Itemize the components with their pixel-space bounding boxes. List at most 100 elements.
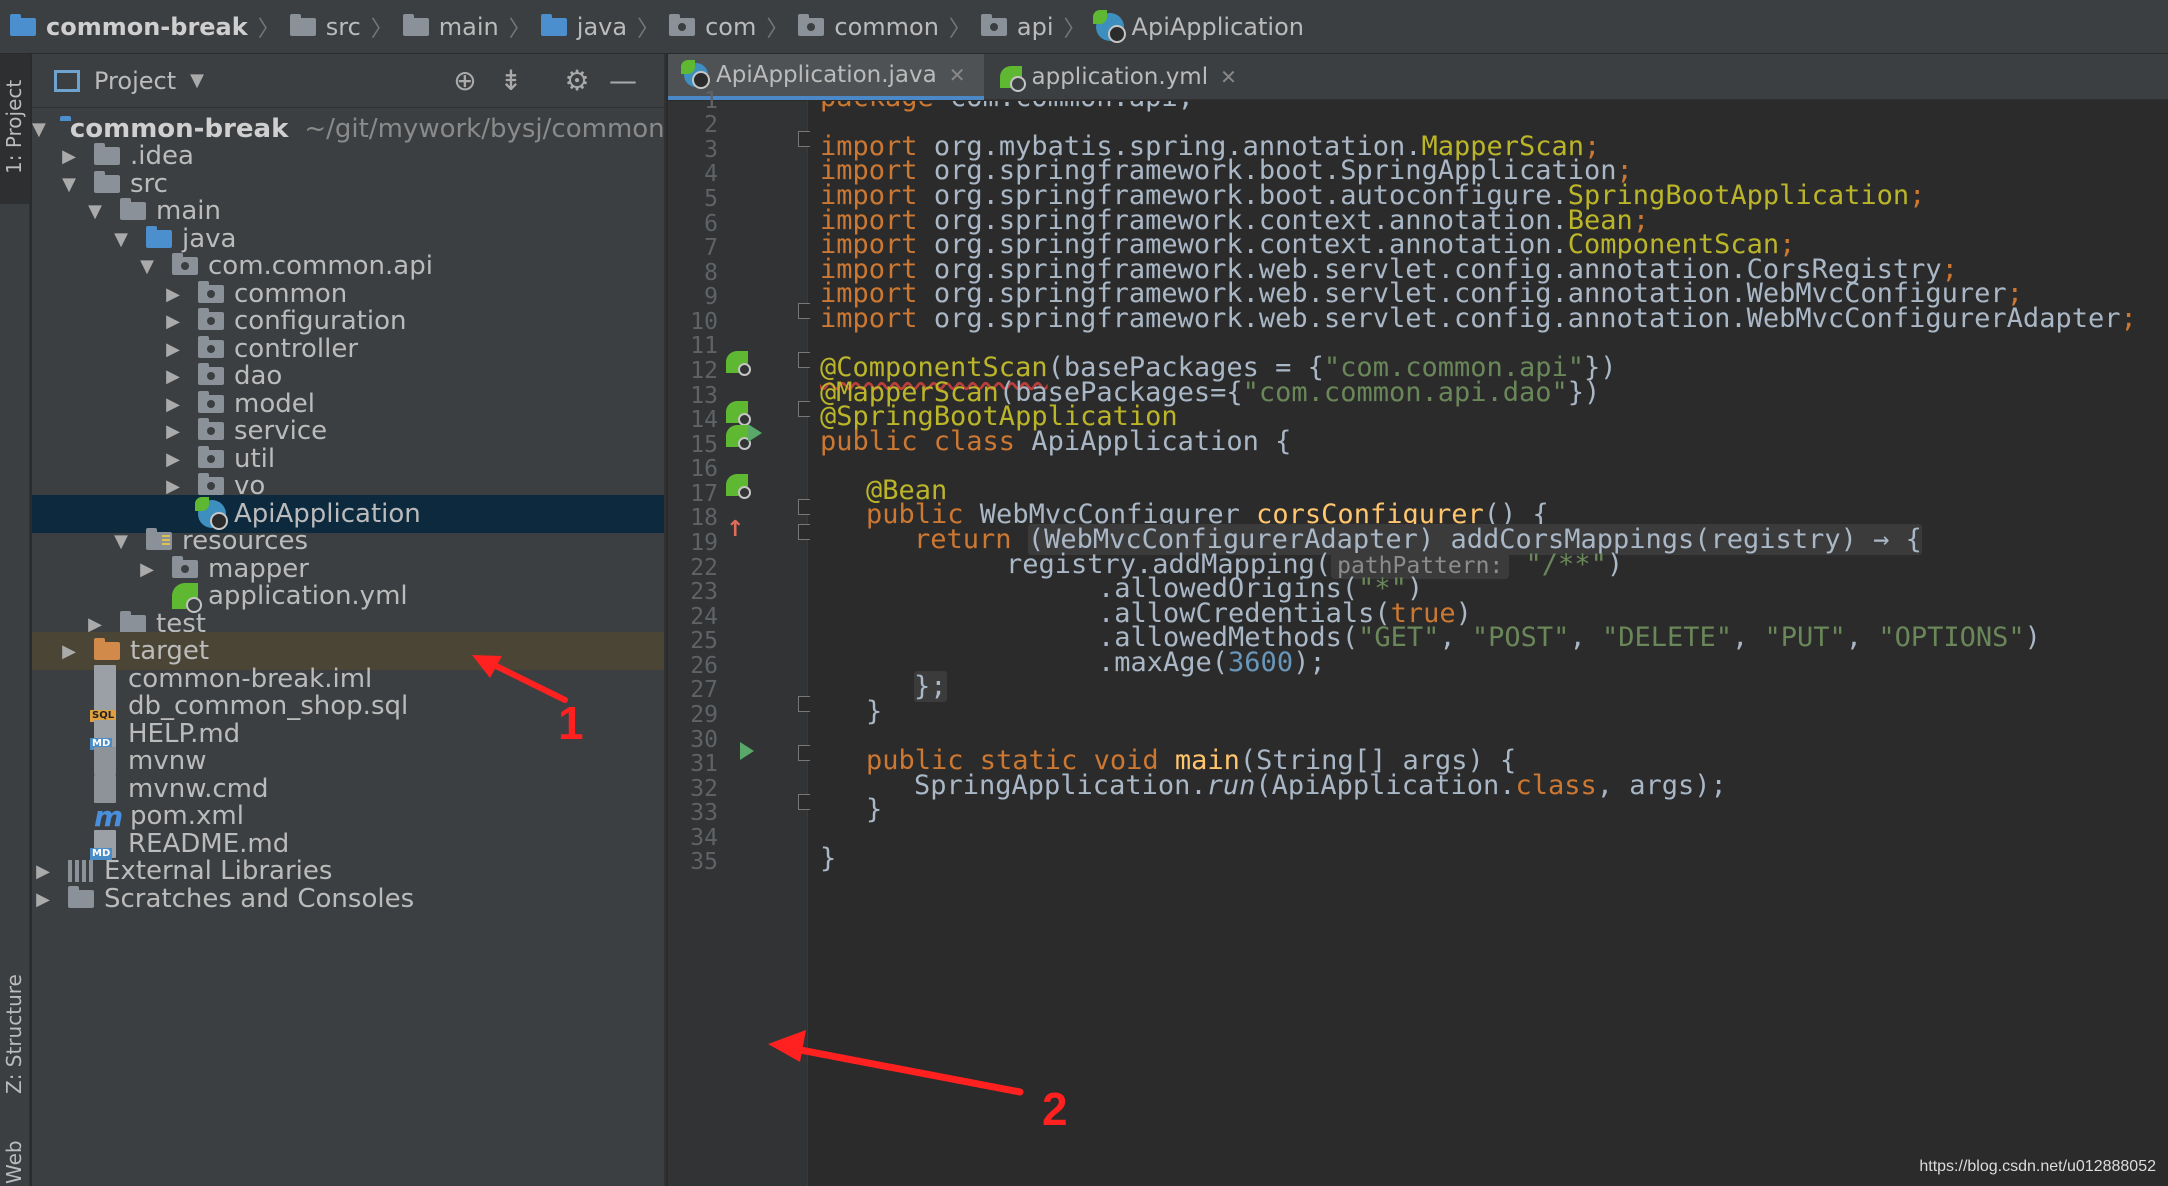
annotation-number-2: 2 [1042, 1083, 1068, 1135]
collapsed-arrow-icon[interactable]: ▶ [58, 641, 80, 662]
locate-target-icon[interactable]: ⊕ [450, 66, 480, 96]
chevron-right-icon: 〉 [1063, 16, 1086, 42]
breadcrumb-item-src[interactable]: src 〉 [289, 11, 403, 43]
line-number: 31 [690, 751, 718, 777]
code-line: package com.common.api; [820, 101, 1194, 113]
chevron-right-icon: 〉 [637, 16, 660, 42]
package-icon [172, 253, 198, 275]
package-icon [198, 336, 224, 358]
line-number: 11 [690, 333, 718, 359]
collapsed-arrow-icon[interactable]: ▶ [58, 146, 80, 167]
line-number: 23 [690, 579, 718, 605]
spring-bean-icon[interactable] [726, 401, 751, 426]
project-window-icon [54, 69, 80, 92]
tree-node-scratches[interactable]: ▶ Scratches and Consoles [32, 880, 664, 918]
package-icon [198, 446, 224, 468]
run-class-icon[interactable] [748, 424, 762, 442]
chevron-down-icon[interactable]: ▼ [190, 70, 204, 91]
collapsed-arrow-icon[interactable]: ▶ [162, 421, 184, 442]
source-folder-icon [540, 13, 567, 36]
chevron-right-icon: 〉 [508, 16, 531, 42]
close-icon[interactable]: ✕ [949, 63, 966, 87]
code-line: .maxAge(3600); [1098, 647, 1326, 678]
folder-icon [402, 13, 429, 36]
line-number: 34 [690, 825, 718, 851]
collapsed-arrow-icon[interactable]: ▶ [162, 476, 184, 497]
expanded-arrow-icon[interactable]: ▼ [136, 256, 158, 277]
package-icon [798, 13, 825, 36]
breadcrumb-item-com[interactable]: com 〉 [669, 11, 798, 43]
scratches-icon [68, 886, 94, 908]
line-number: 24 [690, 604, 718, 630]
tab-application-yml[interactable]: application.yml ✕ [984, 54, 1255, 100]
breadcrumb-item-main[interactable]: main 〉 [402, 11, 541, 43]
gear-icon[interactable]: ⚙ [562, 66, 592, 96]
breadcrumb-item-java[interactable]: java 〉 [540, 11, 669, 43]
package-icon [172, 556, 198, 578]
line-number: 32 [690, 776, 718, 802]
line-number: 10 [690, 309, 718, 335]
override-method-icon[interactable]: ↑ [726, 517, 744, 542]
code-editor[interactable]: package com.common.api; import org.mybat… [810, 101, 2168, 1186]
folder-icon [120, 198, 146, 220]
line-number: 13 [690, 383, 718, 409]
package-icon [198, 281, 224, 303]
navigation-breadcrumb: common-break 〉 src 〉 main 〉 java 〉 com 〉… [0, 0, 2168, 54]
tool-tab-web[interactable]: Web [0, 1114, 30, 1186]
watermark-text: https://blog.csdn.net/u012888052 [1919, 1158, 2156, 1175]
breadcrumb-item-common[interactable]: common 〉 [798, 11, 981, 43]
editor-tabs: ApiApplication.java ✕ application.yml ✕ [668, 54, 2168, 100]
run-main-method-icon[interactable] [740, 742, 754, 760]
spring-boot-class-icon [681, 60, 710, 89]
line-number: 1 [704, 88, 718, 114]
spring-bean-icon[interactable] [726, 474, 751, 499]
line-number: 4 [704, 161, 718, 187]
close-icon[interactable]: ✕ [1220, 65, 1237, 89]
collapsed-arrow-icon[interactable]: ▶ [32, 889, 54, 910]
code-line: } [820, 843, 837, 874]
minimize-icon[interactable]: — [608, 66, 638, 96]
expanded-arrow-icon[interactable]: ▼ [84, 201, 106, 222]
resources-folder-icon [146, 528, 172, 550]
line-number: 30 [690, 727, 718, 753]
package-icon [198, 473, 224, 495]
collapsed-arrow-icon[interactable]: ▶ [32, 861, 54, 882]
package-icon [198, 391, 224, 413]
line-number: 7 [704, 235, 718, 261]
line-number: 9 [704, 284, 718, 310]
breadcrumb-item-api[interactable]: api 〉 [980, 11, 1096, 43]
spring-bean-icon[interactable] [726, 351, 751, 376]
line-number: 14 [690, 407, 718, 433]
tool-tab-project[interactable]: 1: Project [0, 54, 30, 204]
chevron-right-icon: 〉 [257, 16, 280, 42]
line-number: 25 [690, 628, 718, 654]
spring-boot-class-icon [1092, 9, 1126, 43]
code-line: import org.springframework.web.servlet.c… [820, 303, 2137, 334]
chevron-right-icon: 〉 [948, 16, 971, 42]
editor-gutter[interactable]: 1 2 3 4 5 6 7 8 9 10 11 12 13 14 15 16 1… [668, 88, 814, 1186]
project-panel-header: Project ▼ ⊕ ⇟ ⚙ — [32, 54, 664, 108]
expanded-arrow-icon[interactable]: ▼ [110, 531, 132, 552]
folder-icon [94, 171, 120, 193]
excluded-folder-icon [94, 638, 120, 660]
folder-icon [94, 143, 120, 165]
collapsed-arrow-icon[interactable]: ▶ [162, 366, 184, 387]
collapsed-arrow-icon[interactable]: ▶ [162, 311, 184, 332]
spring-bean-icon[interactable] [726, 425, 751, 450]
breadcrumb-item-project[interactable]: common-break 〉 [10, 11, 290, 43]
breadcrumb-item-apiapplication[interactable]: ApiApplication [1092, 9, 1304, 43]
project-view-selector[interactable]: Project [94, 67, 176, 95]
tool-tab-structure[interactable]: Z: Structure [0, 934, 30, 1104]
line-number: 18 [690, 505, 718, 531]
code-line: } [866, 794, 883, 825]
code-line: } [866, 696, 883, 727]
line-number: 35 [690, 849, 718, 875]
folder-icon [120, 611, 146, 633]
line-number: 2 [704, 112, 718, 138]
line-number: 3 [704, 137, 718, 163]
line-number: 26 [690, 653, 718, 679]
code-line: public class ApiApplication { [820, 426, 1292, 457]
collapse-all-icon[interactable]: ⇟ [496, 66, 526, 96]
line-number: 15 [690, 432, 718, 458]
project-tool-window: Project ▼ ⊕ ⇟ ⚙ — ▼ common-break ~/git/m… [32, 54, 666, 1186]
